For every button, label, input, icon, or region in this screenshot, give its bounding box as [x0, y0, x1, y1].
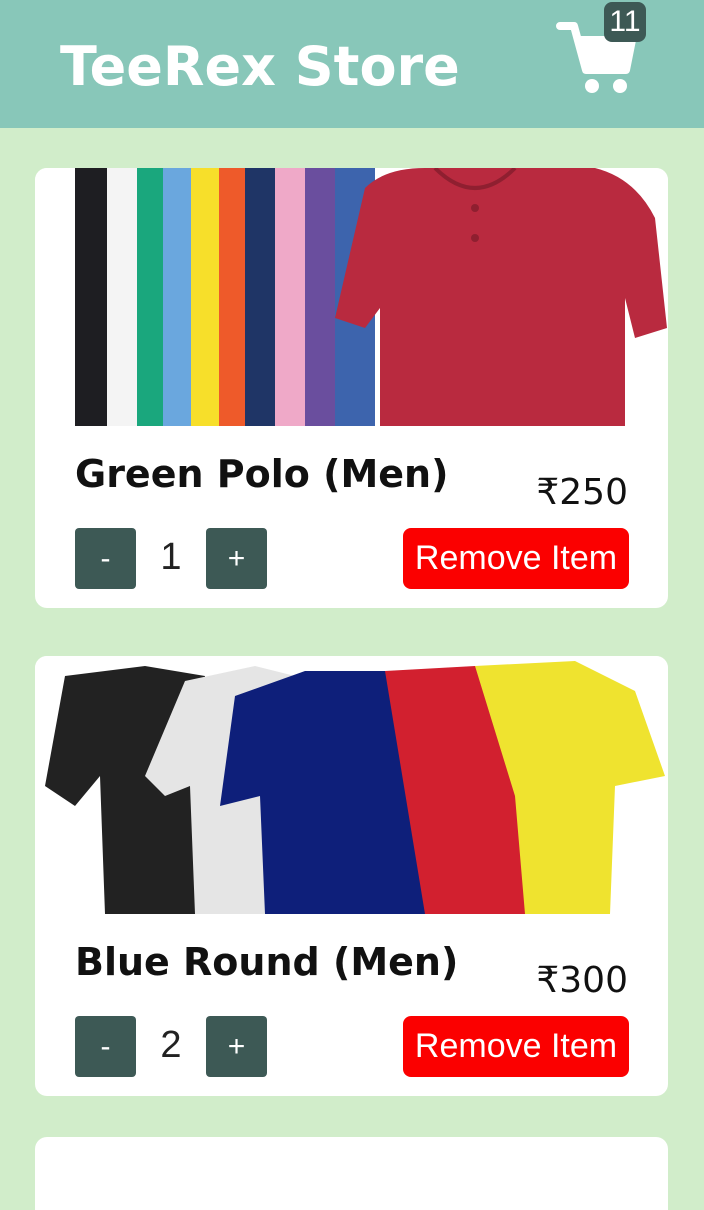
quantity-value: 2 — [160, 1024, 182, 1066]
product-price: ₹300 — [536, 960, 628, 1001]
increase-quantity-button[interactable]: + — [206, 1016, 267, 1077]
remove-item-button[interactable]: Remove Item — [403, 1016, 629, 1077]
polo-shirts-image — [35, 168, 668, 426]
cart-item-card: Green Polo (Men) ₹250 - 1 + Remove Item — [35, 168, 668, 608]
remove-item-button[interactable]: Remove Item — [403, 528, 629, 589]
round-neck-tshirts-image — [35, 656, 668, 914]
product-name: Green Polo (Men) — [75, 452, 449, 496]
app-header: TeeRex Store 11 — [0, 0, 704, 128]
decrease-quantity-button[interactable]: - — [75, 528, 136, 589]
cart-item-card: Blue Round (Men) ₹300 - 2 + Remove Item — [35, 656, 668, 1096]
cart-count-badge: 11 — [604, 2, 646, 42]
brand-title[interactable]: TeeRex Store — [60, 34, 460, 100]
product-name: Blue Round (Men) — [75, 940, 459, 984]
decrease-quantity-button[interactable]: - — [75, 1016, 136, 1077]
cart-summary-card — [35, 1137, 668, 1210]
increase-quantity-button[interactable]: + — [206, 528, 267, 589]
quantity-value: 1 — [160, 536, 182, 578]
product-price: ₹250 — [536, 472, 628, 513]
